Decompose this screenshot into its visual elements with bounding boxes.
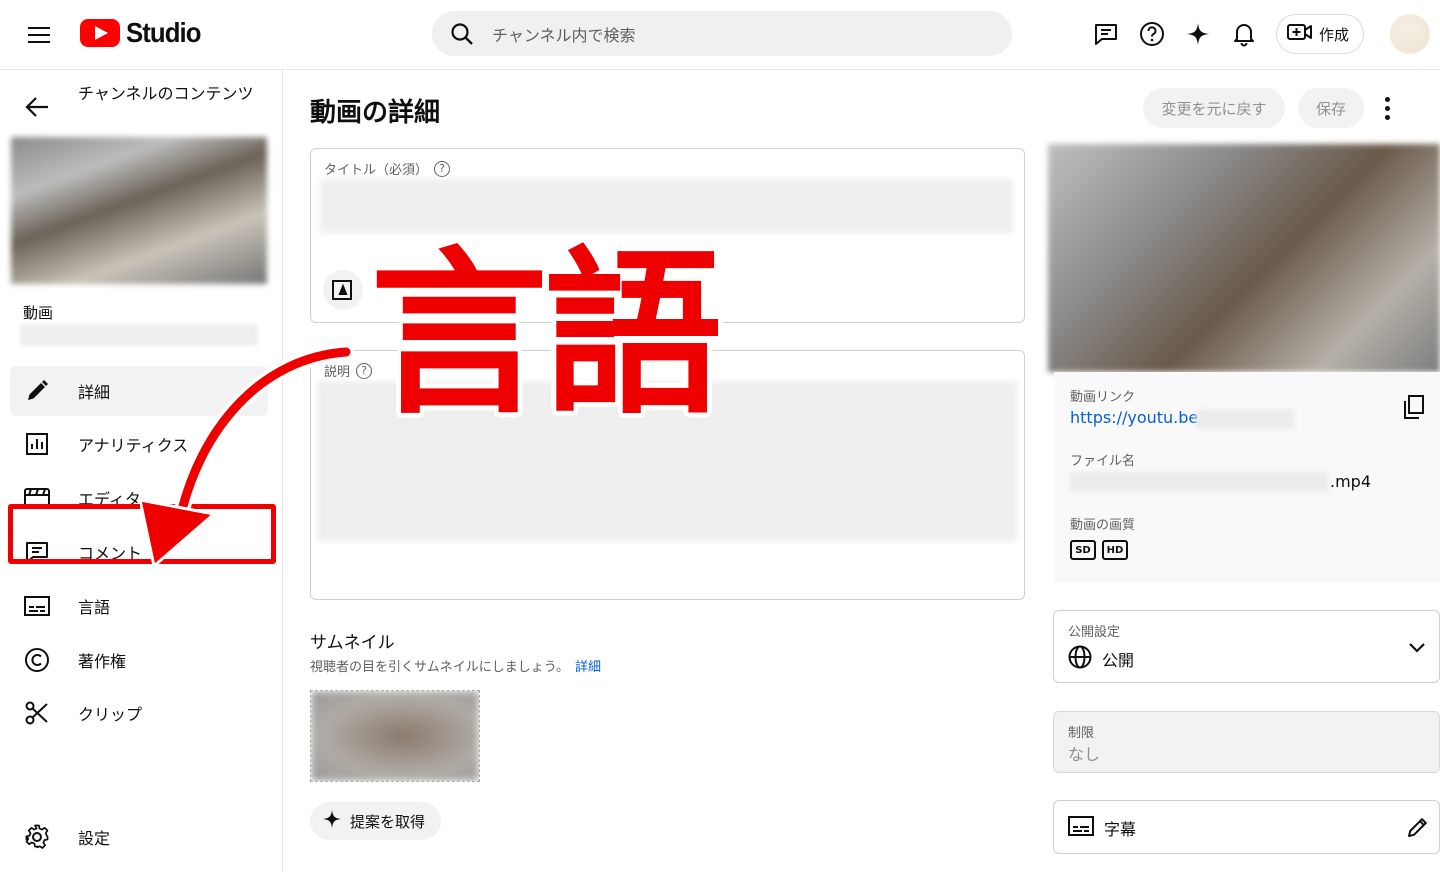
brand-name: Studio bbox=[126, 17, 202, 48]
globe-icon bbox=[1068, 645, 1092, 673]
visibility-value: 公開 bbox=[1068, 645, 1134, 673]
create-button[interactable]: 作成 bbox=[1276, 14, 1365, 54]
sidebar-item-label: 著作権 bbox=[78, 652, 127, 671]
title-label-text: タイトル（必須） bbox=[324, 163, 429, 178]
subtitles-label: 字幕 bbox=[1104, 820, 1137, 839]
scissors-icon bbox=[10, 700, 64, 726]
edit-pencil-icon[interactable] bbox=[1406, 815, 1430, 843]
title-field-label: タイトル（必須） ? bbox=[324, 159, 451, 178]
help-icon[interactable]: ? bbox=[434, 160, 451, 177]
menu-icon[interactable] bbox=[20, 16, 58, 54]
feedback-icon[interactable] bbox=[1088, 14, 1124, 54]
youtube-logo-icon bbox=[80, 19, 120, 47]
thumbnail-details-link[interactable]: 詳細 bbox=[575, 660, 601, 675]
thumbnail-description: 視聴者の目を引くサムネイルにしましょう。 詳細 bbox=[310, 656, 601, 675]
back-arrow-icon[interactable] bbox=[22, 92, 52, 122]
sidebar-item-label: 詳細 bbox=[78, 383, 111, 402]
search-input[interactable]: チャンネル内で検索 bbox=[492, 22, 636, 46]
analytics-icon bbox=[10, 432, 64, 456]
visibility-label: 公開設定 bbox=[1068, 625, 1121, 640]
visibility-select[interactable]: 公開設定 公開 bbox=[1053, 610, 1440, 683]
page-title: 動画の詳細 bbox=[310, 98, 441, 128]
copyright-icon bbox=[10, 647, 64, 673]
restriction-value: なし bbox=[1068, 745, 1101, 764]
quality-label: 動画の画質 bbox=[1070, 518, 1136, 533]
thumbnail-heading: サムネイル bbox=[310, 633, 395, 653]
quality-badges: SD HD bbox=[1070, 540, 1128, 560]
subtitles-icon bbox=[10, 595, 64, 617]
main-content: 動画の詳細 変更を元に戻す 保存 タイトル（必須） ? 説明 ? サムネイル 視… bbox=[283, 70, 1440, 872]
subtitles-icon bbox=[1068, 815, 1094, 841]
subtitles-row[interactable]: 字幕 bbox=[1053, 800, 1440, 854]
search-icon[interactable] bbox=[432, 22, 492, 46]
sidebar-item-label: 設定 bbox=[78, 829, 111, 848]
get-suggestions-button[interactable]: 提案を取得 bbox=[310, 802, 442, 840]
video-preview[interactable] bbox=[1048, 144, 1440, 372]
sidebar-item-languages[interactable]: 言語 bbox=[10, 581, 268, 631]
translate-icon[interactable] bbox=[323, 270, 363, 310]
thumbnail-option[interactable] bbox=[310, 690, 480, 782]
more-options-icon[interactable] bbox=[1375, 92, 1399, 124]
video-add-icon bbox=[1287, 22, 1313, 46]
pencil-icon bbox=[10, 379, 64, 403]
filename-label: ファイル名 bbox=[1070, 454, 1136, 469]
video-label: 動画 bbox=[23, 304, 54, 322]
visibility-value-text: 公開 bbox=[1102, 651, 1135, 670]
chevron-down-icon[interactable] bbox=[1408, 639, 1426, 658]
video-info-card: 動画リンク https://youtu.be/ ファイル名 .mp4 動画の画質… bbox=[1054, 372, 1440, 582]
restriction-label: 制限 bbox=[1068, 726, 1095, 741]
subtitles-value: 字幕 bbox=[1068, 815, 1136, 841]
video-thumbnail[interactable] bbox=[11, 137, 267, 284]
create-label: 作成 bbox=[1319, 25, 1350, 44]
sidebar-item-label: クリップ bbox=[78, 705, 143, 724]
sd-badge-icon: SD bbox=[1070, 540, 1096, 560]
undo-button[interactable]: 変更を元に戻す bbox=[1143, 88, 1285, 128]
sidebar-item-copyright[interactable]: 著作権 bbox=[10, 635, 268, 685]
sidebar-item-settings[interactable]: 設定 bbox=[10, 812, 268, 862]
avatar[interactable] bbox=[1390, 14, 1431, 54]
studio-logo[interactable]: Studio bbox=[80, 16, 207, 50]
search-bar[interactable]: チャンネル内で検索 bbox=[432, 11, 1012, 56]
hd-badge-icon: HD bbox=[1102, 540, 1128, 560]
header-actions: 作成 bbox=[1088, 14, 1431, 54]
suggest-label: 提案を取得 bbox=[350, 812, 426, 831]
filename-blurred bbox=[1070, 472, 1328, 492]
thumbnail-desc-text: 視聴者の目を引くサムネイルにしましょう。 bbox=[310, 660, 569, 675]
gear-icon bbox=[10, 824, 64, 850]
video-link-label: 動画リンク bbox=[1070, 390, 1136, 405]
copy-icon[interactable] bbox=[1402, 394, 1426, 424]
annotation-text: 言語 bbox=[370, 231, 722, 438]
notifications-icon[interactable] bbox=[1226, 14, 1262, 54]
title-value-blurred bbox=[320, 179, 1013, 233]
help-icon[interactable] bbox=[1134, 14, 1170, 54]
video-link-id-blurred bbox=[1196, 409, 1294, 429]
top-bar: Studio チャンネル内で検索 作成 bbox=[0, 0, 1440, 70]
channel-content-link[interactable]: チャンネルのコンテンツ bbox=[78, 84, 258, 104]
sparkle-icon[interactable] bbox=[1180, 14, 1216, 54]
sidebar-item-label: 言語 bbox=[78, 598, 111, 617]
restriction-field: 制限 なし bbox=[1053, 711, 1440, 773]
video-link[interactable]: https://youtu.be/ bbox=[1070, 408, 1204, 427]
save-button[interactable]: 保存 bbox=[1298, 88, 1364, 128]
sidebar-item-clips[interactable]: クリップ bbox=[10, 688, 268, 738]
filename-ext: .mp4 bbox=[1330, 472, 1372, 491]
annotation-arrow bbox=[140, 344, 354, 568]
sparkle-icon bbox=[322, 809, 342, 833]
